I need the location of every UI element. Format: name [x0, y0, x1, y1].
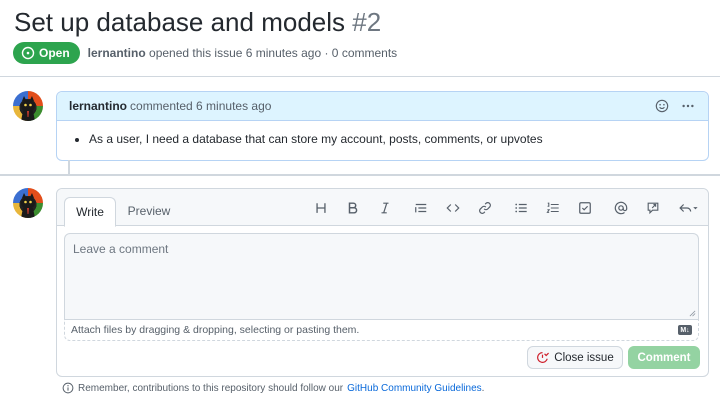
comment-editor — [64, 233, 699, 319]
issue-meta: Open lernantino opened this issue 6 minu… — [13, 42, 397, 64]
comment-submit-button[interactable]: Comment — [628, 346, 700, 369]
contribution-note: Remember, contributions to this reposito… — [62, 382, 484, 394]
numbered-list-icon[interactable] — [544, 199, 562, 217]
timeline-divider — [0, 174, 720, 176]
issue-opened-text: opened this issue 6 minutes ago · 0 comm… — [149, 46, 398, 60]
issue-open-icon — [21, 46, 35, 60]
mention-icon[interactable] — [612, 199, 630, 217]
issue-page: Set up database and models #2 Open lerna… — [0, 0, 720, 405]
reference-icon[interactable] — [644, 199, 662, 217]
bulleted-list-icon[interactable] — [512, 199, 530, 217]
editor-tab-bar: Write Preview — [57, 189, 708, 227]
italic-icon[interactable] — [376, 199, 394, 217]
comment-card: lernantino commented 6 minutes ago As a … — [56, 91, 709, 161]
comment-textarea[interactable] — [65, 234, 698, 319]
status-label: Open — [39, 46, 70, 60]
close-issue-label: Close issue — [554, 351, 614, 364]
quote-icon[interactable] — [412, 199, 430, 217]
issue-title: Set up database and models — [14, 7, 346, 37]
comment-header: lernantino commented 6 minutes ago — [57, 92, 708, 121]
status-badge: Open — [13, 42, 80, 64]
contribution-note-suffix: . — [481, 382, 485, 394]
cat-avatar-icon — [21, 193, 35, 218]
issue-number: #2 — [352, 7, 382, 37]
avatar[interactable] — [13, 188, 43, 218]
issue-closed-icon — [537, 352, 550, 363]
close-issue-button[interactable]: Close issue — [527, 346, 623, 369]
resize-grip-icon[interactable] — [689, 310, 696, 317]
code-icon[interactable] — [444, 199, 462, 217]
new-comment-form: Write Preview Leave a comment Attach fil… — [56, 188, 709, 377]
comment-body: As a user, I need a database that can st… — [57, 121, 708, 146]
cat-avatar-icon — [21, 96, 35, 121]
markdown-toolbar — [312, 199, 700, 217]
timeline-connector — [68, 160, 70, 174]
attach-files-bar[interactable]: Attach files by dragging & dropping, sel… — [64, 319, 699, 341]
reply-icon[interactable] — [676, 199, 700, 217]
comment-author-link[interactable]: lernantino — [69, 99, 127, 113]
bold-icon[interactable] — [344, 199, 362, 217]
issue-title-row: Set up database and models #2 — [14, 6, 381, 38]
heading-icon[interactable] — [312, 199, 330, 217]
header-divider — [0, 76, 720, 77]
comment-timestamp[interactable]: commented 6 minutes ago — [130, 99, 271, 113]
issue-author-link[interactable]: lernantino — [88, 46, 146, 60]
tab-preview[interactable]: Preview — [123, 197, 175, 225]
markdown-icon[interactable]: M↓ — [678, 325, 692, 335]
task-list-icon[interactable] — [576, 199, 594, 217]
contribution-note-text: Remember, contributions to this reposito… — [78, 382, 344, 394]
community-guidelines-link[interactable]: GitHub Community Guidelines — [347, 383, 482, 394]
issue-meta-text: lernantino opened this issue 6 minutes a… — [88, 46, 398, 60]
kebab-menu-icon[interactable] — [680, 98, 696, 114]
attach-files-text: Attach files by dragging & dropping, sel… — [71, 324, 360, 336]
info-icon — [62, 382, 74, 394]
comment-list: As a user, I need a database that can st… — [89, 132, 708, 146]
avatar[interactable] — [13, 91, 43, 121]
list-item: As a user, I need a database that can st… — [89, 132, 708, 146]
tab-write[interactable]: Write — [64, 197, 116, 227]
smiley-icon[interactable] — [654, 98, 670, 114]
link-icon[interactable] — [476, 199, 494, 217]
